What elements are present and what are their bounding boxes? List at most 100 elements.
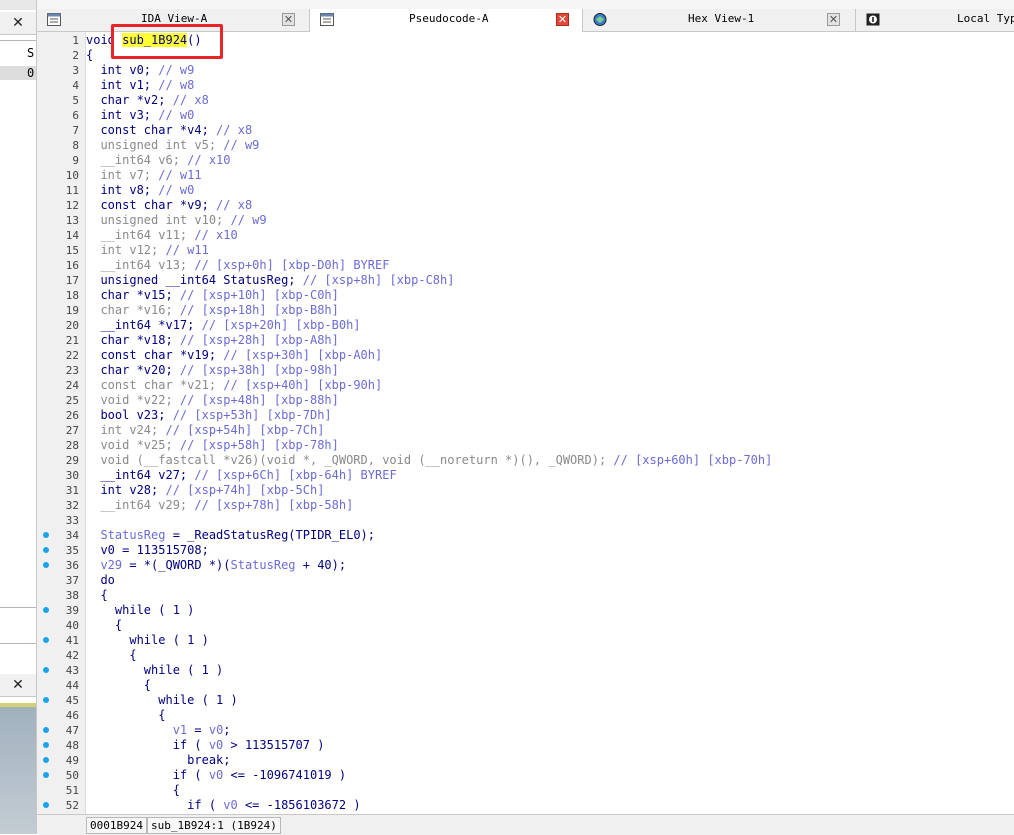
code-line[interactable]: 32 __int64 v29; // [xsp+78h] [xbp-58h] <box>37 498 1014 513</box>
left-panel-lower-close-button[interactable]: ✕ <box>0 674 36 697</box>
code-line[interactable]: 11 int v8; // w0 <box>37 183 1014 198</box>
code-line[interactable]: 3 int v0; // w9 <box>37 63 1014 78</box>
code-text[interactable]: bool v23; // [xsp+53h] [xbp-7Dh] <box>86 408 331 423</box>
code-text[interactable]: int v1; // w8 <box>86 78 194 93</box>
code-line[interactable]: 26 bool v23; // [xsp+53h] [xbp-7Dh] <box>37 408 1014 423</box>
code-line[interactable]: 42 { <box>37 648 1014 663</box>
code-line[interactable]: 5 char *v2; // x8 <box>37 93 1014 108</box>
code-line[interactable]: 41 while ( 1 ) <box>37 633 1014 648</box>
code-text[interactable]: v29 = *(_QWORD *)(StatusReg + 40); <box>86 558 346 573</box>
code-text[interactable]: char *v16; // [xsp+18h] [xbp-B8h] <box>86 303 338 318</box>
code-text[interactable]: v0 = 113515708; <box>86 543 208 558</box>
code-text[interactable]: int v8; // w0 <box>86 183 194 198</box>
code-line[interactable]: 30 __int64 v27; // [xsp+6Ch] [xbp-64h] B… <box>37 468 1014 483</box>
code-line[interactable]: 4 int v1; // w8 <box>37 78 1014 93</box>
code-line[interactable]: 49 break; <box>37 753 1014 768</box>
code-text[interactable]: { <box>86 588 107 603</box>
code-text[interactable]: const char *v4; // x8 <box>86 123 252 138</box>
code-line[interactable]: 44 { <box>37 678 1014 693</box>
code-line[interactable]: 29 void (__fastcall *v26)(void *, _QWORD… <box>37 453 1014 468</box>
code-line[interactable]: 25 void *v22; // [xsp+48h] [xbp-88h] <box>37 393 1014 408</box>
code-line[interactable]: 50 if ( v0 <= -1096741019 ) <box>37 768 1014 783</box>
code-line[interactable]: 47 v1 = v0; <box>37 723 1014 738</box>
code-line[interactable]: 18 char *v15; // [xsp+10h] [xbp-C0h] <box>37 288 1014 303</box>
code-line[interactable]: 9 __int64 v6; // x10 <box>37 153 1014 168</box>
code-line[interactable]: 35 v0 = 113515708; <box>37 543 1014 558</box>
code-text[interactable]: int v24; // [xsp+54h] [xbp-7Ch] <box>86 423 324 438</box>
code-text[interactable]: char *v20; // [xsp+38h] [xbp-98h] <box>86 363 338 378</box>
code-line[interactable]: 36 v29 = *(_QWORD *)(StatusReg + 40); <box>37 558 1014 573</box>
code-text[interactable]: unsigned int v10; // w9 <box>86 213 266 228</box>
code-text[interactable]: break; <box>86 753 230 768</box>
code-line[interactable]: 17 unsigned __int64 StatusReg; // [xsp+8… <box>37 273 1014 288</box>
code-text[interactable]: { <box>86 618 122 633</box>
code-text[interactable]: char *v2; // x8 <box>86 93 208 108</box>
code-line[interactable]: 31 int v28; // [xsp+74h] [xbp-5Ch] <box>37 483 1014 498</box>
code-text[interactable]: __int64 *v17; // [xsp+20h] [xbp-B0h] <box>86 318 360 333</box>
code-text[interactable]: const char *v9; // x8 <box>86 198 252 213</box>
code-line[interactable]: 22 const char *v19; // [xsp+30h] [xbp-A0… <box>37 348 1014 363</box>
code-line[interactable]: 51 { <box>37 783 1014 798</box>
code-text[interactable]: int v3; // w0 <box>86 108 194 123</box>
code-line[interactable]: 20 __int64 *v17; // [xsp+20h] [xbp-B0h] <box>37 318 1014 333</box>
code-line[interactable]: 46 { <box>37 708 1014 723</box>
code-line[interactable]: 24 const char *v21; // [xsp+40h] [xbp-90… <box>37 378 1014 393</box>
code-text[interactable]: void *v25; // [xsp+58h] [xbp-78h] <box>86 438 338 453</box>
code-line[interactable]: 48 if ( v0 > 113515707 ) <box>37 738 1014 753</box>
tab-close-button[interactable]: ✕ <box>282 13 295 26</box>
code-line[interactable]: 39 while ( 1 ) <box>37 603 1014 618</box>
code-text[interactable]: StatusReg = _ReadStatusReg(TPIDR_EL0); <box>86 528 375 543</box>
code-line[interactable]: 7 const char *v4; // x8 <box>37 123 1014 138</box>
code-text[interactable]: __int64 v6; // x10 <box>86 153 230 168</box>
code-line[interactable]: 23 char *v20; // [xsp+38h] [xbp-98h] <box>37 363 1014 378</box>
code-line[interactable]: 37 do <box>37 573 1014 588</box>
code-text[interactable]: { <box>86 708 165 723</box>
code-text[interactable]: if ( v0 > 113515707 ) <box>86 738 325 753</box>
code-text[interactable]: int v28; // [xsp+74h] [xbp-5Ch] <box>86 483 324 498</box>
code-text[interactable]: while ( 1 ) <box>86 663 223 678</box>
code-text[interactable]: { <box>86 48 93 63</box>
code-text[interactable]: void (__fastcall *v26)(void *, _QWORD, v… <box>86 453 772 468</box>
code-line[interactable]: 14 __int64 v11; // x10 <box>37 228 1014 243</box>
code-line[interactable]: 19 char *v16; // [xsp+18h] [xbp-B8h] <box>37 303 1014 318</box>
code-text[interactable]: int v0; // w9 <box>86 63 194 78</box>
code-text[interactable]: while ( 1 ) <box>86 603 194 618</box>
left-panel-graph-overview[interactable] <box>0 703 36 834</box>
code-text[interactable]: if ( v0 <= -1096741019 ) <box>86 768 346 783</box>
left-panel-close-button[interactable]: ✕ <box>0 12 36 35</box>
code-line[interactable]: 8 unsigned int v5; // w9 <box>37 138 1014 153</box>
code-text[interactable]: const char *v19; // [xsp+30h] [xbp-A0h] <box>86 348 382 363</box>
code-text[interactable]: __int64 v29; // [xsp+78h] [xbp-58h] <box>86 498 353 513</box>
code-line[interactable]: 10 int v7; // w11 <box>37 168 1014 183</box>
code-text[interactable]: { <box>86 678 151 693</box>
code-text[interactable]: { <box>86 783 180 798</box>
code-text[interactable]: if ( v0 <= -1856103672 ) <box>86 798 360 813</box>
code-line[interactable]: 45 while ( 1 ) <box>37 693 1014 708</box>
code-text[interactable]: __int64 v13; // [xsp+0h] [xbp-D0h] BYREF <box>86 258 389 273</box>
code-text[interactable]: { <box>86 648 136 663</box>
code-line[interactable]: 21 char *v18; // [xsp+28h] [xbp-A8h] <box>37 333 1014 348</box>
code-text[interactable]: __int64 v11; // x10 <box>86 228 237 243</box>
code-line[interactable]: 33 <box>37 513 1014 528</box>
code-text[interactable]: unsigned __int64 StatusReg; // [xsp+8h] … <box>86 273 454 288</box>
code-text[interactable]: do <box>86 573 114 588</box>
code-line[interactable]: 12 const char *v9; // x8 <box>37 198 1014 213</box>
code-text[interactable]: int v7; // w11 <box>86 168 201 183</box>
code-line[interactable]: 34 StatusReg = _ReadStatusReg(TPIDR_EL0)… <box>37 528 1014 543</box>
code-line[interactable]: 40 { <box>37 618 1014 633</box>
tab-local-types[interactable]: Local Types <box>856 9 1014 31</box>
code-text[interactable]: char *v18; // [xsp+28h] [xbp-A8h] <box>86 333 338 348</box>
code-line[interactable]: 38 { <box>37 588 1014 603</box>
code-line[interactable]: 13 unsigned int v10; // w9 <box>37 213 1014 228</box>
code-text[interactable]: v1 = v0; <box>86 723 231 738</box>
code-text[interactable]: void *v22; // [xsp+48h] [xbp-88h] <box>86 393 338 408</box>
code-line[interactable]: 43 while ( 1 ) <box>37 663 1014 678</box>
code-line[interactable]: 28 void *v25; // [xsp+58h] [xbp-78h] <box>37 438 1014 453</box>
code-text[interactable]: __int64 v27; // [xsp+6Ch] [xbp-64h] BYRE… <box>86 468 396 483</box>
tab-pseudocode-a[interactable]: Pseudocode-A ✕ <box>310 9 583 32</box>
pseudocode-editor[interactable]: 1 void sub_1B924() 2{3 int v0; // w9 4 int … <box>37 32 1014 814</box>
code-text[interactable]: int v12; // w11 <box>86 243 208 258</box>
tab-close-button[interactable]: ✕ <box>556 13 569 26</box>
code-text[interactable]: unsigned int v5; // w9 <box>86 138 259 153</box>
code-text[interactable]: const char *v21; // [xsp+40h] [xbp-90h] <box>86 378 382 393</box>
